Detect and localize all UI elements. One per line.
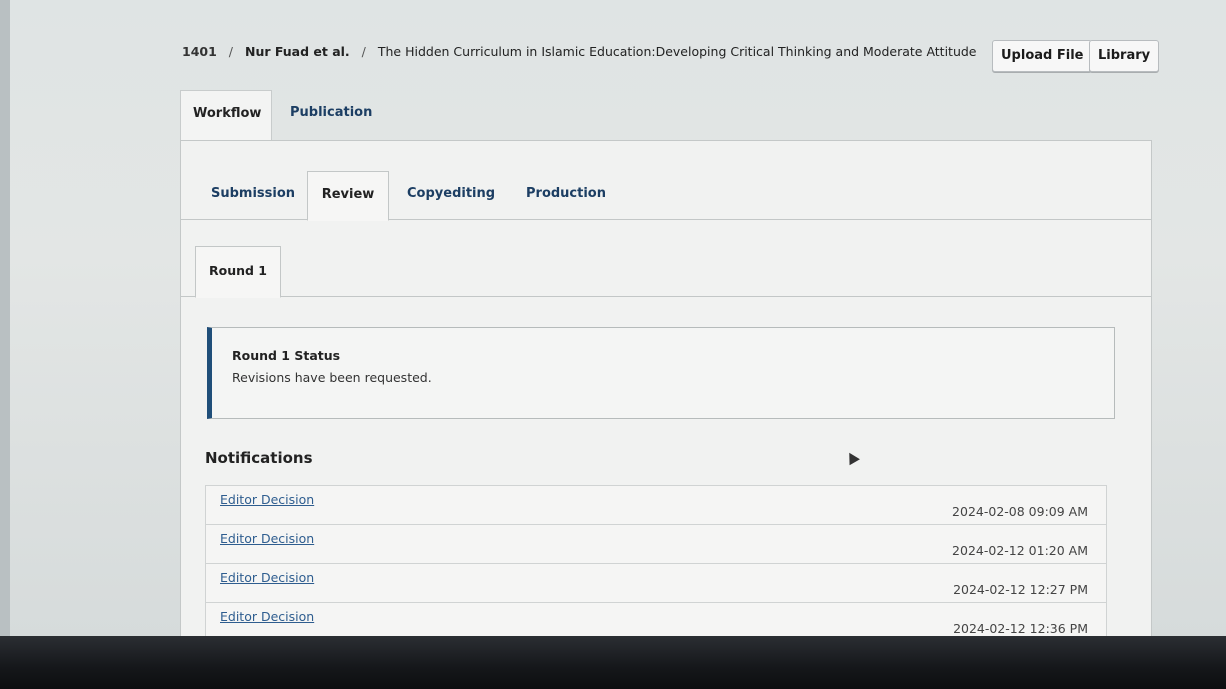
tab-round-1[interactable]: Round 1 <box>195 246 281 298</box>
monitor-bezel-left <box>0 0 10 689</box>
page-header: 1401 / Nur Fuad et al. / The Hidden Curr… <box>180 40 1160 80</box>
round-tabs: Round 1 <box>181 246 1151 298</box>
submission-authors: Nur Fuad et al. <box>244 44 350 59</box>
list-item: Editor Decision 2024-02-12 12:27 PM <box>205 564 1107 603</box>
notification-date: 2024-02-12 12:36 PM <box>953 621 1088 636</box>
submission-title: The Hidden Curriculum in Islamic Educati… <box>377 44 977 59</box>
notifications-list: Editor Decision 2024-02-08 09:09 AM Edit… <box>205 485 1107 642</box>
monitor-bezel <box>0 636 1226 689</box>
tab-workflow[interactable]: Workflow <box>180 90 272 143</box>
tab-publication[interactable]: Publication <box>278 90 384 142</box>
notification-date: 2024-02-08 09:09 AM <box>952 504 1088 519</box>
editor-decision-link[interactable]: Editor Decision <box>220 492 314 507</box>
tab-review[interactable]: Review <box>307 171 389 221</box>
breadcrumb: 1401 / Nur Fuad et al. / The Hidden Curr… <box>182 44 992 59</box>
library-button[interactable]: Library <box>1089 40 1160 72</box>
tab-production[interactable]: Production <box>526 171 606 219</box>
round-status-title: Round 1 Status <box>232 348 341 363</box>
tab-submission[interactable]: Submission <box>211 171 295 219</box>
editor-decision-link[interactable]: Editor Decision <box>220 609 314 624</box>
breadcrumb-separator: / <box>228 44 233 59</box>
submission-id: 1401 <box>182 44 217 59</box>
breadcrumb-separator: / <box>361 44 366 59</box>
list-item: Editor Decision 2024-02-08 09:09 AM <box>205 485 1107 525</box>
round-status-text: Revisions have been requested. <box>232 370 432 385</box>
notification-date: 2024-02-12 01:20 AM <box>952 543 1088 558</box>
upload-file-button[interactable]: Upload File <box>992 40 1093 72</box>
stage-tabs: Submission Review Copyediting Production <box>181 171 1151 221</box>
editor-decision-link[interactable]: Editor Decision <box>220 531 314 546</box>
notification-date: 2024-02-12 12:27 PM <box>953 582 1088 597</box>
notifications-heading: Notifications <box>205 449 313 467</box>
editor-decision-link[interactable]: Editor Decision <box>220 570 314 585</box>
tab-copyediting[interactable]: Copyediting <box>407 171 495 219</box>
screen: 1401 / Nur Fuad et al. / The Hidden Curr… <box>0 0 1226 662</box>
list-item: Editor Decision 2024-02-12 01:20 AM <box>205 525 1107 564</box>
workflow-panel: Submission Review Copyediting Production… <box>180 140 1152 662</box>
round-status-box: Round 1 Status Revisions have been reque… <box>207 327 1115 419</box>
